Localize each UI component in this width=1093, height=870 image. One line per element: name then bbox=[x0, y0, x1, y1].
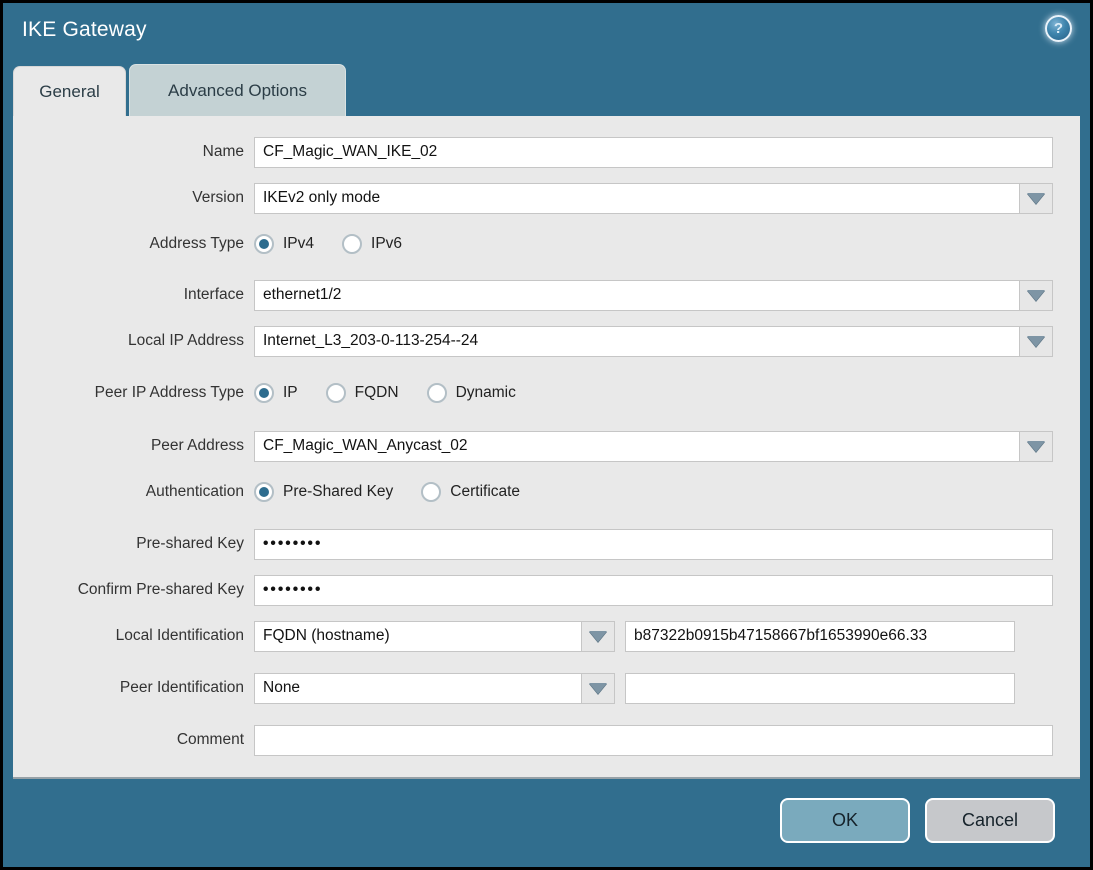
peer-address-label: Peer Address bbox=[13, 437, 254, 455]
psk-input[interactable] bbox=[254, 529, 1053, 560]
radio-selected-icon[interactable] bbox=[254, 234, 274, 254]
cancel-button[interactable]: Cancel bbox=[925, 798, 1055, 843]
dialog-surface: IKE Gateway ? General Advanced Options N… bbox=[3, 3, 1090, 867]
peer-address-dropdown-button[interactable] bbox=[1020, 431, 1053, 462]
local-id-dropdown-button[interactable] bbox=[582, 621, 615, 652]
address-type-ipv6-option[interactable]: IPv6 bbox=[342, 234, 402, 254]
ike-gateway-dialog: IKE Gateway ? General Advanced Options N… bbox=[0, 0, 1093, 870]
peer-type-dynamic-label: Dynamic bbox=[456, 384, 516, 402]
chevron-down-icon bbox=[589, 631, 607, 642]
local-id-value-input[interactable] bbox=[625, 621, 1015, 652]
peer-id-type-select[interactable] bbox=[254, 673, 582, 704]
peer-id-row: Peer Identification bbox=[13, 672, 1080, 704]
ok-button[interactable]: OK bbox=[780, 798, 910, 843]
dialog-title: IKE Gateway bbox=[22, 18, 147, 42]
version-row: Version bbox=[13, 182, 1080, 214]
address-type-ipv6-label: IPv6 bbox=[371, 235, 402, 253]
general-tab-panel: Name Version Address Type IPv4 bbox=[13, 116, 1080, 779]
auth-psk-option[interactable]: Pre-Shared Key bbox=[254, 482, 393, 502]
auth-certificate-label: Certificate bbox=[450, 483, 520, 501]
chevron-down-icon bbox=[1027, 193, 1045, 204]
interface-row: Interface bbox=[13, 279, 1080, 311]
local-id-type-select[interactable] bbox=[254, 621, 582, 652]
help-icon[interactable]: ? bbox=[1045, 15, 1072, 42]
chevron-down-icon bbox=[589, 683, 607, 694]
comment-label: Comment bbox=[13, 731, 254, 749]
address-type-ipv4-label: IPv4 bbox=[283, 235, 314, 253]
auth-certificate-option[interactable]: Certificate bbox=[421, 482, 520, 502]
peer-address-select-value[interactable] bbox=[254, 431, 1020, 462]
tab-general-label: General bbox=[39, 82, 99, 102]
peer-type-fqdn-label: FQDN bbox=[355, 384, 399, 402]
local-id-label: Local Identification bbox=[13, 627, 254, 645]
title-bar: IKE Gateway ? bbox=[3, 3, 1090, 63]
chevron-down-icon bbox=[1027, 336, 1045, 347]
authentication-row: Authentication Pre-Shared Key Certificat… bbox=[13, 476, 1080, 508]
name-input[interactable] bbox=[254, 137, 1053, 168]
peer-id-dropdown-button[interactable] bbox=[582, 673, 615, 704]
local-ip-dropdown-button[interactable] bbox=[1020, 326, 1053, 357]
peer-ip-type-row: Peer IP Address Type IP FQDN Dynamic bbox=[13, 377, 1080, 409]
chevron-down-icon bbox=[1027, 441, 1045, 452]
peer-type-dynamic-option[interactable]: Dynamic bbox=[427, 383, 516, 403]
confirm-psk-input[interactable] bbox=[254, 575, 1053, 606]
peer-address-row: Peer Address bbox=[13, 430, 1080, 462]
peer-type-ip-label: IP bbox=[283, 384, 298, 402]
peer-type-ip-option[interactable]: IP bbox=[254, 383, 298, 403]
help-glyph: ? bbox=[1054, 21, 1063, 36]
radio-unselected-icon[interactable] bbox=[326, 383, 346, 403]
radio-unselected-icon[interactable] bbox=[421, 482, 441, 502]
local-ip-select-value[interactable] bbox=[254, 326, 1020, 357]
peer-ip-type-label: Peer IP Address Type bbox=[13, 384, 254, 402]
chevron-down-icon bbox=[1027, 290, 1045, 301]
comment-row: Comment bbox=[13, 724, 1080, 756]
peer-id-value-input[interactable] bbox=[625, 673, 1015, 704]
address-type-label: Address Type bbox=[13, 235, 254, 253]
tab-advanced-options-label: Advanced Options bbox=[168, 81, 307, 101]
interface-label: Interface bbox=[13, 286, 254, 304]
auth-psk-label: Pre-Shared Key bbox=[283, 483, 393, 501]
peer-id-label: Peer Identification bbox=[13, 679, 254, 697]
confirm-psk-row: Confirm Pre-shared Key bbox=[13, 574, 1080, 606]
local-ip-row: Local IP Address bbox=[13, 325, 1080, 357]
comment-input[interactable] bbox=[254, 725, 1053, 756]
authentication-label: Authentication bbox=[13, 483, 254, 501]
radio-selected-icon[interactable] bbox=[254, 383, 274, 403]
interface-dropdown-button[interactable] bbox=[1020, 280, 1053, 311]
version-select-value[interactable] bbox=[254, 183, 1020, 214]
radio-unselected-icon[interactable] bbox=[342, 234, 362, 254]
peer-type-fqdn-option[interactable]: FQDN bbox=[326, 383, 399, 403]
tab-general[interactable]: General bbox=[13, 66, 126, 116]
radio-unselected-icon[interactable] bbox=[427, 383, 447, 403]
radio-selected-icon[interactable] bbox=[254, 482, 274, 502]
address-type-ipv4-option[interactable]: IPv4 bbox=[254, 234, 314, 254]
psk-label: Pre-shared Key bbox=[13, 535, 254, 553]
local-id-row: Local Identification bbox=[13, 620, 1080, 652]
interface-select-value[interactable] bbox=[254, 280, 1020, 311]
address-type-row: Address Type IPv4 IPv6 bbox=[13, 228, 1080, 260]
name-row: Name bbox=[13, 136, 1080, 168]
tab-advanced-options[interactable]: Advanced Options bbox=[129, 64, 346, 116]
psk-row: Pre-shared Key bbox=[13, 528, 1080, 560]
version-label: Version bbox=[13, 189, 254, 207]
confirm-psk-label: Confirm Pre-shared Key bbox=[13, 581, 254, 599]
version-dropdown-button[interactable] bbox=[1020, 183, 1053, 214]
local-ip-label: Local IP Address bbox=[13, 332, 254, 350]
name-label: Name bbox=[13, 143, 254, 161]
